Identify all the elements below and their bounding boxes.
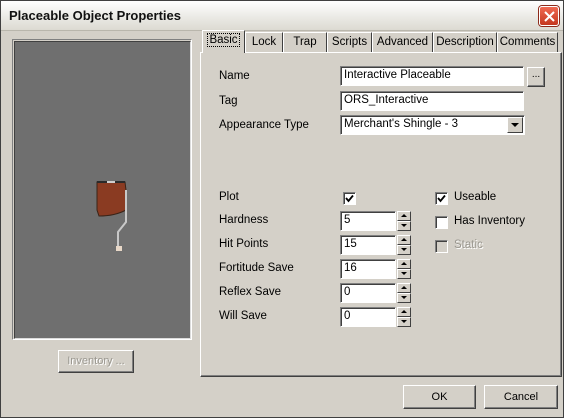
arrow-up-icon — [401, 262, 407, 265]
has-inventory-checkbox[interactable] — [435, 216, 448, 229]
tab-comments[interactable]: Comments — [497, 32, 558, 52]
hardness-increment[interactable] — [397, 211, 411, 221]
fortitude-save-stepper[interactable] — [397, 259, 411, 279]
arrow-up-icon — [401, 286, 407, 289]
hit-points-stepper[interactable] — [397, 235, 411, 255]
ok-button[interactable]: OK — [403, 385, 476, 409]
name-browse-button[interactable]: ... — [527, 67, 545, 87]
fortitude-save-decrement[interactable] — [397, 269, 411, 279]
arrow-down-icon — [401, 296, 407, 299]
check-icon — [437, 194, 446, 203]
plot-checkbox[interactable] — [343, 192, 356, 205]
arrow-down-icon — [401, 224, 407, 227]
title-bar[interactable]: Placeable Object Properties — [1, 1, 563, 31]
arrow-up-icon — [401, 310, 407, 313]
close-icon — [544, 11, 555, 22]
arrow-down-icon — [401, 272, 407, 275]
tab-lock[interactable]: Lock — [245, 32, 283, 52]
model-preview-frame — [12, 39, 192, 340]
arrow-up-icon — [401, 238, 407, 241]
tab-basic-label: Basic — [207, 33, 240, 47]
static-label: Static — [454, 239, 483, 251]
hit-points-increment[interactable] — [397, 235, 411, 245]
hardness-stepper[interactable] — [397, 211, 411, 231]
tab-trap[interactable]: Trap — [283, 32, 327, 52]
chevron-down-icon — [511, 123, 519, 127]
arrow-down-icon — [401, 320, 407, 323]
hit-points-label: Hit Points — [219, 238, 269, 250]
appearance-type-value: Merchant's Shingle - 3 — [344, 118, 459, 130]
plot-label: Plot — [219, 191, 239, 203]
reflex-save-field[interactable]: 0 — [340, 283, 396, 303]
useable-label: Useable — [454, 191, 497, 203]
properties-dialog: Placeable Object Properties Inventory ..… — [0, 0, 564, 418]
arrow-up-icon — [401, 214, 407, 217]
fortitude-save-increment[interactable] — [397, 259, 411, 269]
hit-points-field[interactable]: 15 — [340, 235, 396, 255]
tab-scripts[interactable]: Scripts — [327, 32, 372, 52]
will-save-increment[interactable] — [397, 307, 411, 317]
fortitude-save-label: Fortitude Save — [219, 262, 294, 274]
static-checkbox[interactable] — [435, 240, 448, 253]
window-title: Placeable Object Properties — [9, 8, 181, 23]
close-button[interactable] — [539, 6, 559, 26]
tag-label: Tag — [219, 95, 238, 107]
fortitude-save-field[interactable]: 16 — [340, 259, 396, 279]
reflex-save-label: Reflex Save — [219, 286, 282, 298]
tab-advanced[interactable]: Advanced — [372, 32, 433, 52]
will-save-decrement[interactable] — [397, 317, 411, 327]
tag-field[interactable]: ORS_Interactive — [340, 91, 524, 111]
appearance-type-label: Appearance Type — [219, 119, 309, 131]
check-icon — [345, 194, 354, 203]
hardness-decrement[interactable] — [397, 221, 411, 231]
model-preview[interactable] — [14, 41, 191, 339]
name-label: Name — [219, 70, 250, 82]
hardness-field[interactable]: 5 — [340, 211, 396, 231]
reflex-save-increment[interactable] — [397, 283, 411, 293]
has-inventory-label: Has Inventory — [454, 215, 525, 227]
appearance-dropdown-button[interactable] — [507, 117, 523, 133]
will-save-stepper[interactable] — [397, 307, 411, 327]
name-field[interactable]: Interactive Placeable — [340, 66, 524, 86]
arrow-down-icon — [401, 248, 407, 251]
reflex-save-stepper[interactable] — [397, 283, 411, 303]
will-save-field[interactable]: 0 — [340, 307, 396, 327]
hit-points-decrement[interactable] — [397, 245, 411, 255]
tab-description[interactable]: Description — [433, 32, 497, 52]
inventory-button[interactable]: Inventory ... — [58, 350, 134, 373]
useable-checkbox[interactable] — [435, 192, 448, 205]
tab-basic[interactable]: Basic — [202, 30, 245, 53]
appearance-type-select[interactable]: Merchant's Shingle - 3 — [340, 115, 525, 135]
will-save-label: Will Save — [219, 310, 267, 322]
reflex-save-decrement[interactable] — [397, 293, 411, 303]
merchant-shingle-model-icon — [96, 181, 127, 251]
cancel-button[interactable]: Cancel — [484, 385, 558, 409]
hardness-label: Hardness — [219, 214, 269, 226]
